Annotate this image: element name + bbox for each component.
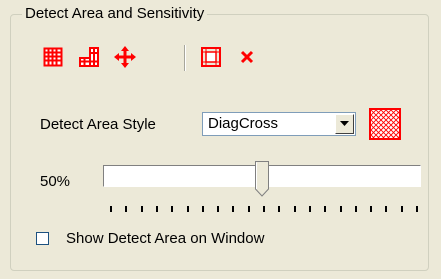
- sensitivity-value-label: 50%: [40, 173, 71, 190]
- slider-tick: [278, 206, 280, 212]
- show-detect-area-label: Show Detect Area on Window: [66, 230, 265, 247]
- slider-tick: [385, 206, 387, 212]
- selected-style: DiagCross: [208, 115, 279, 132]
- show-detect-area-checkbox[interactable]: [36, 232, 49, 245]
- slider-tick: [401, 206, 403, 212]
- detect-area-style-label: Detect Area Style: [40, 116, 156, 133]
- slider-tick: [232, 206, 234, 212]
- slider-tick: [355, 206, 357, 212]
- group-title: Detect Area and Sensitivity: [22, 5, 208, 23]
- slider-tick: [370, 206, 372, 212]
- slider-tick: [110, 206, 112, 212]
- slider-tick: [416, 206, 418, 212]
- slider-tick: [156, 206, 158, 212]
- border-grid-icon: [201, 47, 221, 67]
- sensitivity-slider-thumb[interactable]: [255, 161, 269, 197]
- slider-tick: [248, 206, 250, 212]
- toolbar-separator: [184, 45, 186, 71]
- grid-full-icon: [43, 47, 63, 67]
- move-button[interactable]: [112, 44, 138, 70]
- slider-tick: [217, 206, 219, 212]
- slider-tick: [171, 206, 173, 212]
- clear-button[interactable]: [234, 44, 260, 70]
- close-x-icon: [240, 50, 254, 64]
- border-grid-button[interactable]: [198, 44, 224, 70]
- dropdown-button[interactable]: [335, 114, 354, 134]
- chevron-down-icon: [340, 121, 349, 126]
- slider-tick: [141, 206, 143, 212]
- slider-tick: [187, 206, 189, 212]
- slider-tick: [324, 206, 326, 212]
- style-preview-swatch: [369, 108, 401, 140]
- slider-tick: [309, 206, 311, 212]
- grid-partial-icon: [79, 47, 99, 67]
- slider-ticks: [110, 206, 420, 214]
- slider-tick: [202, 206, 204, 212]
- detect-area-style-select[interactable]: DiagCross: [202, 112, 356, 136]
- grid-partial-button[interactable]: [76, 44, 102, 70]
- move-arrows-icon: [114, 46, 136, 68]
- slider-tick: [125, 206, 127, 212]
- slider-tick: [340, 206, 342, 212]
- diagcross-pattern-icon: [371, 110, 399, 138]
- slider-tick: [294, 206, 296, 212]
- slider-tick: [263, 206, 265, 212]
- grid-full-button[interactable]: [40, 44, 66, 70]
